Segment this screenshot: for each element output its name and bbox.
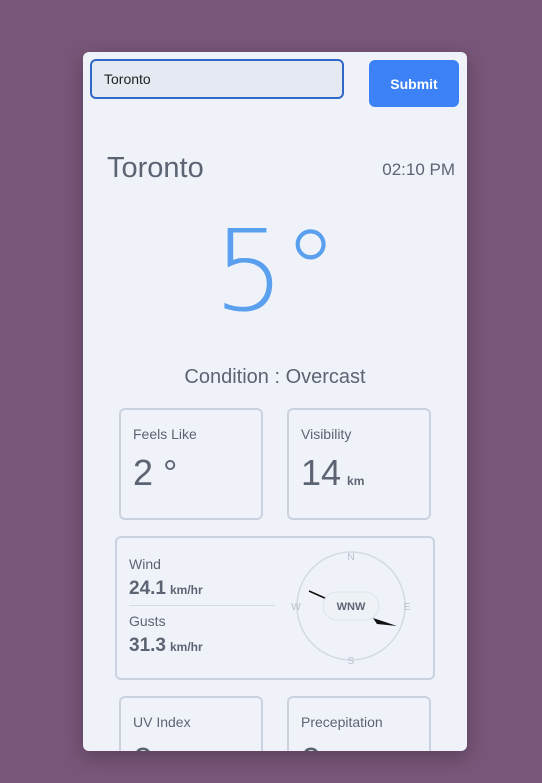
wind-compass: N E S W WNW — [291, 551, 411, 667]
uv-index-label: UV Index — [133, 714, 191, 730]
gusts-row: 31.3 km/hr — [129, 635, 203, 657]
feels-like-label: Feels Like — [133, 426, 197, 442]
gusts-label: Gusts — [129, 613, 166, 629]
visibility-tile: Visibility 14 km — [287, 408, 431, 520]
wind-divider — [129, 605, 275, 606]
submit-button[interactable]: Submit — [369, 60, 459, 107]
compass-south: S — [348, 656, 355, 667]
wind-speed-row: 24.1 km/hr — [129, 578, 203, 600]
compass-east: E — [404, 602, 411, 613]
wind-arrow-head — [373, 618, 397, 626]
uv-index-tile: UV Index 0 — [119, 696, 263, 751]
wind-speed-unit: km/hr — [169, 583, 203, 597]
feels-like-tile: Feels Like 2 ° — [119, 408, 263, 520]
wind-direction: WNW — [337, 601, 366, 613]
visibility-label: Visibility — [301, 426, 352, 442]
weather-card: Submit Toronto 02:10 PM 5° Condition : O… — [83, 52, 467, 751]
wind-arrow-tail — [308, 590, 328, 600]
compass-north: N — [347, 552, 354, 563]
city-search-input[interactable] — [90, 59, 344, 99]
gusts-unit: km/hr — [169, 640, 203, 654]
visibility-value-row: 14 km — [301, 452, 364, 494]
local-time: 02:10 PM — [382, 160, 455, 179]
precipitation-tile: Precepitation 0 — [287, 696, 431, 751]
wind-label: Wind — [129, 556, 161, 572]
precipitation-value: 0 — [301, 740, 321, 751]
uv-index-value: 0 — [133, 740, 153, 751]
compass-west: W — [291, 602, 301, 613]
feels-like-value: 2 ° — [133, 452, 178, 493]
gusts-value: 31.3 — [129, 635, 166, 656]
condition-text: Condition : Overcast — [184, 366, 366, 388]
wind-speed-value: 24.1 — [129, 578, 166, 599]
temperature-display: 5° — [213, 207, 338, 337]
precipitation-label: Precepitation — [301, 714, 383, 730]
visibility-value: 14 — [301, 452, 342, 493]
city-name: Toronto — [107, 152, 204, 184]
visibility-unit: km — [347, 474, 365, 488]
wind-tile: Wind 24.1 km/hr Gusts 31.3 km/hr N E S W W… — [115, 536, 435, 680]
